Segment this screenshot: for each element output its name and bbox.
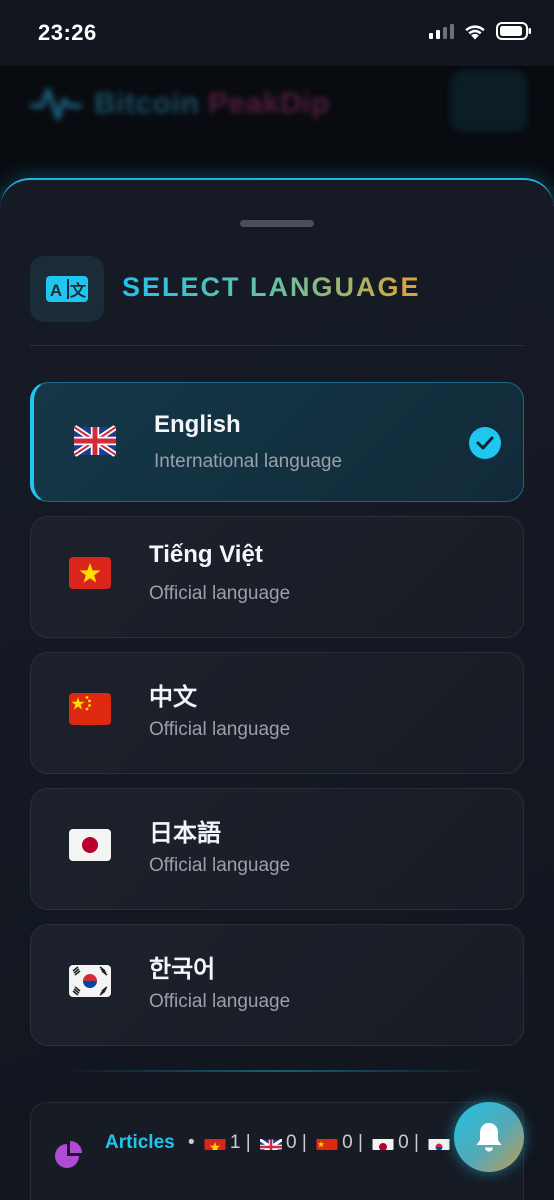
language-description: International language [154, 451, 343, 472]
wifi-icon [465, 24, 485, 39]
language-description: Official language [149, 991, 291, 1012]
battery-icon [496, 22, 531, 40]
stats-bullet: • [187, 1132, 195, 1153]
app-logo: Bitcoin PeakDip [30, 84, 330, 124]
japan-flag-icon [372, 1134, 394, 1150]
sheet-header: A 文 SELECT LANGUAGE [30, 256, 524, 346]
stats-separator: | [301, 1132, 307, 1153]
screen: 23:26 Bitcoin PeakDip A 文 SELECT LANGUAG… [0, 0, 554, 1200]
app-title: Bitcoin PeakDip [94, 87, 330, 120]
language-name: English [154, 411, 241, 438]
articles-stats-card: Articles • 1 | 0 | 0 | 0 | 0 [30, 1102, 524, 1200]
language-option-japanese[interactable]: 日本語 Official language [30, 788, 524, 910]
status-bar: 23:26 [0, 0, 554, 66]
language-option-korean[interactable]: 한국어 Official language [30, 924, 524, 1046]
status-time: 23:26 [38, 20, 97, 45]
pulse-logo-icon [30, 87, 82, 121]
language-name: 한국어 [149, 956, 216, 983]
status-icons [429, 22, 532, 40]
uk-flag-icon [260, 1134, 282, 1150]
language-list: English International language Tiếng Việ… [30, 382, 524, 1060]
sheet-title: SELECT LANGUAGE [122, 272, 421, 302]
bell-icon [476, 1123, 502, 1152]
stats-separator: | [357, 1132, 363, 1153]
language-option-chinese[interactable]: 中文 Official language [30, 652, 524, 774]
divider [60, 1070, 494, 1072]
language-name: Tiếng Việt [149, 541, 263, 568]
language-name: 日本語 [149, 820, 221, 847]
language-description: Official language [149, 855, 291, 876]
stats-separator: | [245, 1132, 251, 1153]
signal-icon [429, 23, 454, 39]
language-name: 中文 [149, 684, 197, 711]
svg-text:A: A [50, 281, 62, 300]
pie-chart-icon [55, 1141, 82, 1168]
app-header: Bitcoin PeakDip [0, 66, 554, 186]
vietnam-flag-icon [69, 557, 111, 589]
language-description: Official language [149, 583, 291, 604]
vietnam-flag-icon [204, 1134, 226, 1150]
menu-button[interactable] [450, 70, 528, 132]
zh-count: 0 [342, 1132, 353, 1153]
articles-label: Articles [105, 1132, 175, 1153]
stats-separator: | [414, 1132, 419, 1153]
svg-text:文: 文 [70, 281, 87, 300]
china-flag-icon [69, 693, 111, 725]
en-count: 0 [286, 1132, 297, 1153]
sheet-grabber[interactable] [240, 220, 314, 227]
language-sheet: A 文 SELECT LANGUAGE English Internationa… [0, 178, 554, 1200]
language-option-english[interactable]: English International language [30, 382, 524, 502]
korea-flag-icon [69, 965, 111, 997]
vi-count: 1 [229, 1132, 241, 1153]
ja-count: 0 [398, 1132, 409, 1153]
uk-flag-icon [74, 425, 116, 457]
korea-flag-icon [428, 1134, 450, 1150]
articles-stats-text: Articles • 1 | 0 | 0 | 0 | 0 [105, 1127, 485, 1158]
china-flag-icon [316, 1134, 338, 1150]
language-option-vietnamese[interactable]: Tiếng Việt Official language [30, 516, 524, 638]
japan-flag-icon [69, 829, 111, 861]
translate-icon: A 文 [30, 256, 104, 322]
language-description: Official language [149, 719, 291, 740]
notification-bell-button[interactable] [454, 1102, 524, 1172]
check-icon [469, 427, 501, 459]
